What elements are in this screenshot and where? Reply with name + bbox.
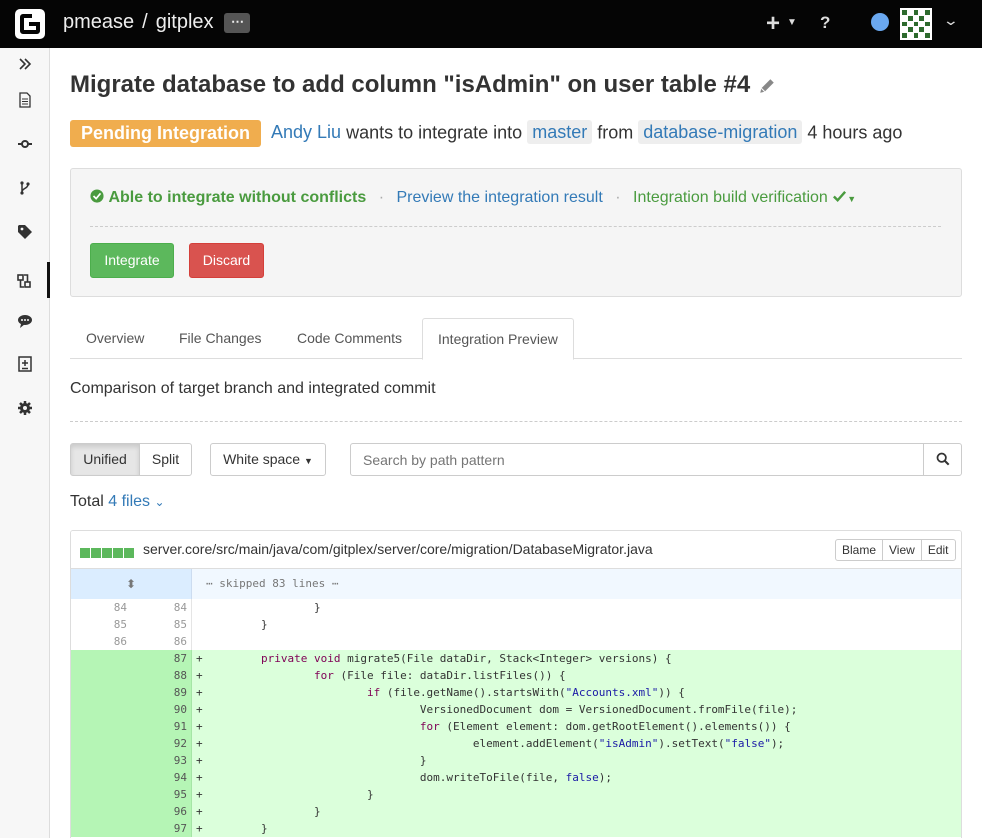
user-menu-chevron-icon[interactable]: ⌄ bbox=[943, 12, 959, 29]
integration-status-row: Able to integrate without conflicts · Pr… bbox=[90, 189, 856, 207]
preview-integration-link[interactable]: Preview the integration result bbox=[396, 189, 602, 206]
diff-toolbar: Unified Split White space ▼ bbox=[70, 443, 962, 476]
path-search-input[interactable] bbox=[350, 443, 924, 476]
sidebar-tags-icon[interactable] bbox=[0, 218, 50, 244]
target-branch-link[interactable]: master bbox=[527, 120, 593, 145]
code-line-added: 91 + for (Element element: dom.getRootEle… bbox=[71, 718, 961, 735]
code-line-added: 94 + dom.writeToFile(file, false); bbox=[71, 769, 961, 786]
create-plus-icon[interactable]: + bbox=[766, 10, 780, 38]
sidebar-comments-icon[interactable] bbox=[0, 307, 50, 333]
tab-overview[interactable]: Overview bbox=[71, 318, 159, 359]
from-text: from bbox=[597, 122, 634, 143]
skipped-lines-text: ⋯ skipped 83 lines ⋯ bbox=[206, 577, 339, 590]
help-icon[interactable]: ? bbox=[820, 13, 830, 33]
code-line-added: 89 + if (file.getName().startsWith("Accou… bbox=[71, 684, 961, 701]
files-chevron-icon[interactable]: ⌄ bbox=[155, 495, 165, 509]
blame-button[interactable]: Blame bbox=[835, 539, 884, 561]
check-circle-icon bbox=[90, 189, 104, 206]
tab-file-changes[interactable]: File Changes bbox=[164, 318, 277, 359]
sidebar-files-icon[interactable] bbox=[0, 86, 50, 112]
status-badge: Pending Integration bbox=[70, 120, 261, 147]
breadcrumb-owner[interactable]: pmease bbox=[63, 11, 134, 33]
request-status-line: Pending Integration Andy Liu wants to int… bbox=[70, 120, 902, 148]
panel-divider bbox=[90, 226, 941, 227]
split-view-button[interactable]: Split bbox=[139, 443, 192, 476]
build-verification-link[interactable]: Integration build verification bbox=[633, 189, 828, 206]
search-icon[interactable] bbox=[923, 443, 962, 476]
top-navbar: pmease / gitplex ⋯ + ▼ ? ⌄ bbox=[0, 0, 982, 48]
total-files: Total 4 files ⌄ bbox=[70, 493, 165, 511]
sidebar bbox=[0, 48, 50, 838]
request-tabs: Overview File Changes Code Comments Inte… bbox=[70, 318, 962, 360]
unified-view-button[interactable]: Unified bbox=[70, 443, 140, 476]
diffstat-bar bbox=[80, 545, 135, 563]
whitespace-label: White space bbox=[223, 451, 301, 467]
verification-check-icon bbox=[832, 189, 847, 206]
view-button[interactable]: View bbox=[882, 539, 922, 561]
file-diff: server.core/src/main/java/com/gitplex/se… bbox=[70, 530, 962, 838]
file-path[interactable]: server.core/src/main/java/com/gitplex/se… bbox=[143, 541, 653, 557]
code-line: 84 84 } bbox=[71, 599, 961, 616]
code-line-added: 97 + } bbox=[71, 820, 961, 837]
more-menu-button[interactable]: ⋯ bbox=[224, 13, 250, 33]
sidebar-expand-icon[interactable] bbox=[0, 50, 50, 76]
sidebar-compare-icon[interactable] bbox=[0, 350, 50, 376]
page-title: Migrate database to add column "isAdmin"… bbox=[70, 71, 751, 98]
integrate-button[interactable]: Integrate bbox=[90, 243, 174, 278]
edit-title-pencil-icon[interactable] bbox=[758, 77, 776, 95]
expand-lines-icon[interactable]: ⬍ bbox=[71, 569, 192, 599]
sidebar-branches-icon[interactable] bbox=[0, 174, 50, 200]
gitplex-logo-icon[interactable] bbox=[15, 9, 45, 39]
code-lines: 84 84 } 85 85 } 86 86 87 + private void migr… bbox=[71, 599, 961, 837]
breadcrumb-separator: / bbox=[142, 11, 148, 33]
notification-dot-icon[interactable] bbox=[871, 13, 889, 31]
whitespace-caret-icon: ▼ bbox=[304, 456, 313, 466]
integration-panel: Able to integrate without conflicts · Pr… bbox=[70, 168, 962, 297]
file-header: server.core/src/main/java/com/gitplex/se… bbox=[71, 531, 961, 569]
code-line-added: 90 + VersionedDocument dom = VersionedDoc… bbox=[71, 701, 961, 718]
skipped-lines-row[interactable]: ⬍ ⋯ skipped 83 lines ⋯ bbox=[71, 569, 961, 599]
file-actions: Blame View Edit bbox=[835, 539, 956, 561]
code-line-added: 96 + } bbox=[71, 803, 961, 820]
verification-caret-icon[interactable]: ▼ bbox=[847, 194, 856, 204]
sidebar-settings-gear-icon[interactable] bbox=[0, 394, 50, 420]
code-line-added: 95 + } bbox=[71, 786, 961, 803]
breadcrumb: pmease / gitplex bbox=[63, 11, 214, 34]
description-divider bbox=[70, 421, 962, 422]
total-label: Total bbox=[70, 493, 104, 510]
code-line-added: 93 + } bbox=[71, 752, 961, 769]
code-line: 85 85 } bbox=[71, 616, 961, 633]
files-count-link[interactable]: 4 files bbox=[108, 493, 150, 510]
code-line-added: 92 + element.addElement("isAdmin").setTex… bbox=[71, 735, 961, 752]
tab-integration-preview[interactable]: Integration Preview bbox=[422, 318, 574, 360]
create-caret-icon[interactable]: ▼ bbox=[787, 17, 797, 28]
sidebar-commits-icon[interactable] bbox=[0, 130, 50, 156]
wants-text: wants to integrate into bbox=[346, 122, 523, 143]
source-branch-link[interactable]: database-migration bbox=[638, 120, 803, 145]
integration-ok-text: Able to integrate without conflicts bbox=[108, 189, 367, 206]
code-line-added: 87 + private void migrate5(File dataDir, … bbox=[71, 650, 961, 667]
request-time: 4 hours ago bbox=[807, 122, 903, 143]
comparison-description: Comparison of target branch and integrat… bbox=[70, 380, 436, 397]
discard-button[interactable]: Discard bbox=[189, 243, 264, 278]
code-line-added: 88 + for (File file: dataDir.listFiles())… bbox=[71, 667, 961, 684]
edit-button[interactable]: Edit bbox=[920, 539, 956, 561]
code-line: 86 86 bbox=[71, 633, 961, 650]
avatar[interactable] bbox=[900, 8, 932, 40]
tab-code-comments[interactable]: Code Comments bbox=[282, 318, 417, 359]
breadcrumb-project[interactable]: gitplex bbox=[156, 11, 214, 33]
sidebar-pull-requests-icon[interactable] bbox=[0, 262, 50, 298]
whitespace-dropdown[interactable]: White space ▼ bbox=[210, 443, 326, 476]
user-link[interactable]: Andy Liu bbox=[271, 122, 341, 142]
